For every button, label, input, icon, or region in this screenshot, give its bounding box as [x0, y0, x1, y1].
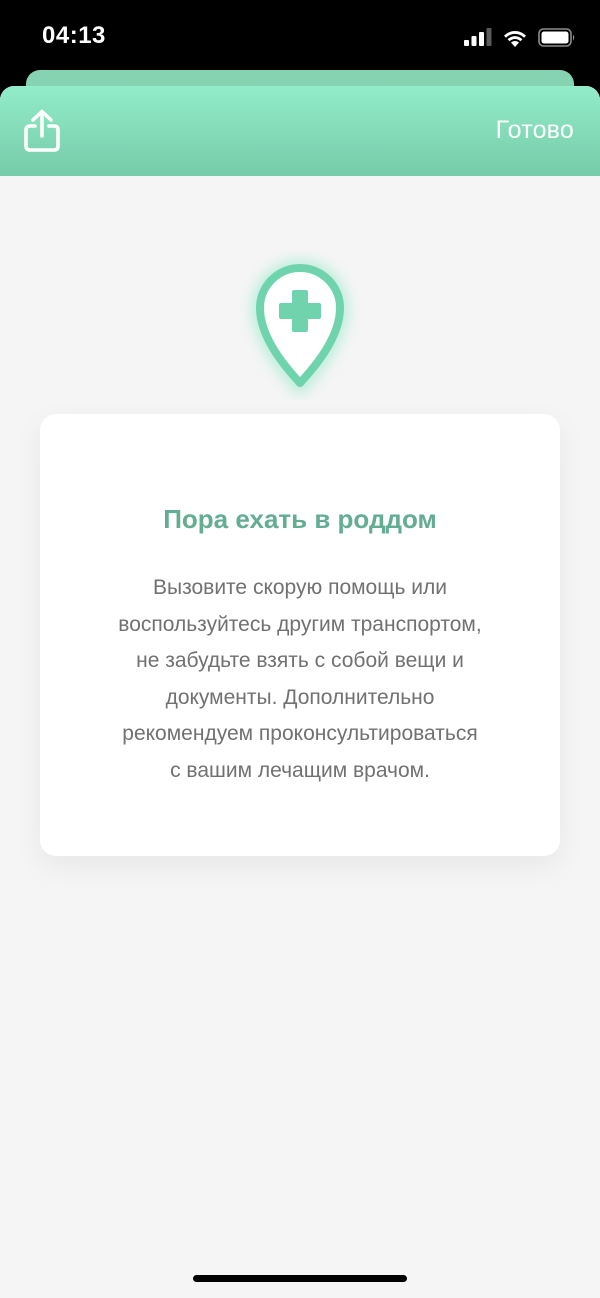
share-icon: [24, 109, 60, 152]
map-pin-medical-cross-icon: [251, 260, 349, 397]
card-title: Пора ехать в роддом: [163, 504, 437, 534]
battery-icon: [538, 27, 575, 47]
screen: 04:13 Готово Пора ехать в роддом Вызовит…: [0, 0, 600, 1298]
wifi-icon: [504, 30, 526, 47]
card-body-text: Вызовите скорую помощь или воспользуйтес…: [118, 576, 482, 782]
home-indicator: [193, 1275, 407, 1282]
done-button[interactable]: Готово: [496, 116, 574, 145]
cellular-signal-icon: [464, 28, 492, 46]
nav-bar: Готово: [0, 86, 600, 176]
status-icons: [464, 26, 576, 48]
share-button[interactable]: [22, 108, 62, 154]
info-card: Пора ехать в роддом Вызовите скорую помо…: [40, 414, 560, 856]
status-time: 04:13: [42, 22, 106, 49]
status-bar: 04:13: [0, 0, 600, 72]
